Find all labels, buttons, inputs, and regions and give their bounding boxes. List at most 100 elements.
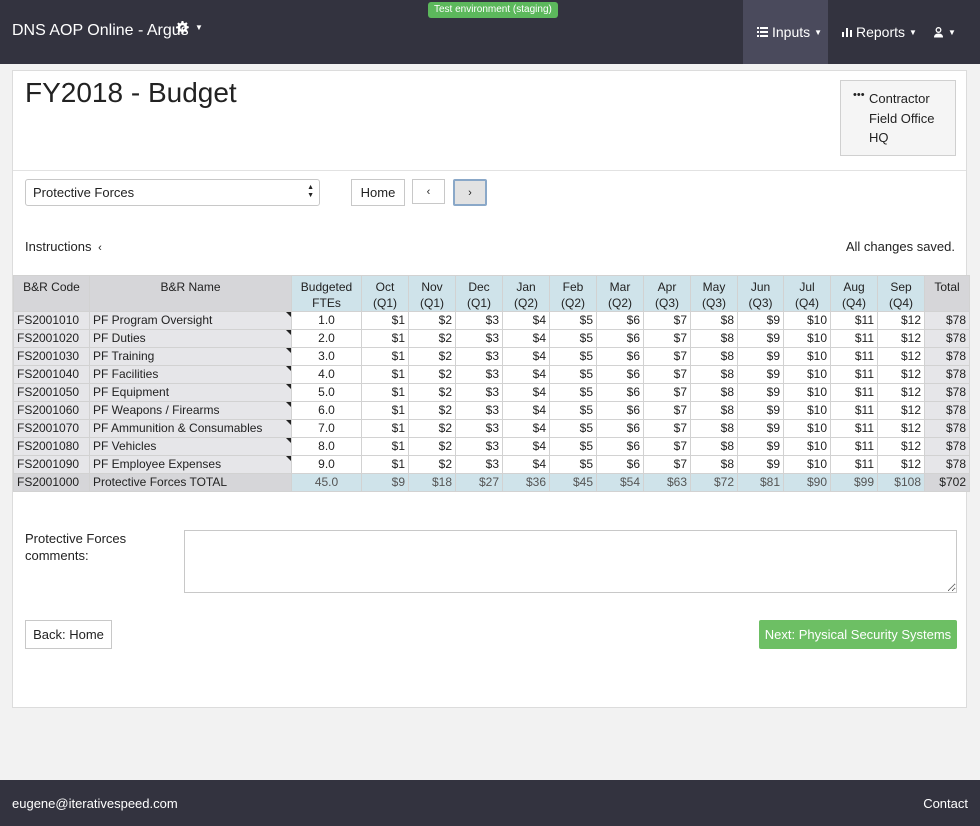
fte-input-cell[interactable]: 5.0 <box>291 383 362 402</box>
month-input-cell[interactable]: $1 <box>361 311 409 330</box>
month-input-cell[interactable]: $10 <box>783 383 831 402</box>
month-input-cell[interactable]: $1 <box>361 401 409 420</box>
comment-indicator-icon[interactable] <box>286 348 291 353</box>
month-input-cell[interactable]: $11 <box>830 347 878 366</box>
previous-button[interactable]: ‹ <box>412 179 445 204</box>
month-input-cell[interactable]: $9 <box>737 419 784 438</box>
instructions-toggle[interactable]: Instructions ‹ <box>25 239 102 254</box>
comment-indicator-icon[interactable] <box>286 456 291 461</box>
month-input-cell[interactable]: $5 <box>549 401 597 420</box>
home-button[interactable]: Home <box>351 179 405 206</box>
month-input-cell[interactable]: $3 <box>455 365 503 384</box>
month-input-cell[interactable]: $11 <box>830 329 878 348</box>
month-input-cell[interactable]: $12 <box>877 311 925 330</box>
month-input-cell[interactable]: $12 <box>877 365 925 384</box>
month-input-cell[interactable]: $3 <box>455 419 503 438</box>
month-input-cell[interactable]: $1 <box>361 329 409 348</box>
month-input-cell[interactable]: $7 <box>643 365 691 384</box>
month-input-cell[interactable]: $1 <box>361 347 409 366</box>
month-input-cell[interactable]: $1 <box>361 383 409 402</box>
month-input-cell[interactable]: $11 <box>830 365 878 384</box>
comment-indicator-icon[interactable] <box>286 438 291 443</box>
month-input-cell[interactable]: $8 <box>690 329 738 348</box>
settings-menu[interactable]: ▼ <box>176 21 203 34</box>
app-brand[interactable]: DNS AOP Online - Argus <box>12 22 189 40</box>
month-input-cell[interactable]: $3 <box>455 311 503 330</box>
month-input-cell[interactable]: $6 <box>596 437 644 456</box>
month-input-cell[interactable]: $11 <box>830 419 878 438</box>
month-input-cell[interactable]: $4 <box>502 347 550 366</box>
month-input-cell[interactable]: $7 <box>643 401 691 420</box>
month-input-cell[interactable]: $10 <box>783 365 831 384</box>
month-input-cell[interactable]: $2 <box>408 347 456 366</box>
month-input-cell[interactable]: $7 <box>643 383 691 402</box>
month-input-cell[interactable]: $1 <box>361 419 409 438</box>
comments-textarea[interactable] <box>184 530 957 593</box>
month-input-cell[interactable]: $8 <box>690 311 738 330</box>
month-input-cell[interactable]: $7 <box>643 437 691 456</box>
month-input-cell[interactable]: $7 <box>643 329 691 348</box>
month-input-cell[interactable]: $12 <box>877 383 925 402</box>
month-input-cell[interactable]: $9 <box>737 365 784 384</box>
month-input-cell[interactable]: $4 <box>502 383 550 402</box>
month-input-cell[interactable]: $5 <box>549 419 597 438</box>
month-input-cell[interactable]: $9 <box>737 383 784 402</box>
month-input-cell[interactable]: $6 <box>596 401 644 420</box>
month-input-cell[interactable]: $3 <box>455 437 503 456</box>
month-input-cell[interactable]: $4 <box>502 365 550 384</box>
month-input-cell[interactable]: $5 <box>549 329 597 348</box>
month-input-cell[interactable]: $1 <box>361 455 409 474</box>
back-home-button[interactable]: Back: Home <box>25 620 112 649</box>
month-input-cell[interactable]: $6 <box>596 383 644 402</box>
comment-indicator-icon[interactable] <box>286 330 291 335</box>
month-input-cell[interactable]: $4 <box>502 311 550 330</box>
month-input-cell[interactable]: $12 <box>877 347 925 366</box>
fte-input-cell[interactable]: 9.0 <box>291 455 362 474</box>
month-input-cell[interactable]: $4 <box>502 419 550 438</box>
nav-reports-menu[interactable]: Reports ▼ <box>840 0 920 64</box>
month-input-cell[interactable]: $10 <box>783 455 831 474</box>
comment-indicator-icon[interactable] <box>286 384 291 389</box>
month-input-cell[interactable]: $3 <box>455 329 503 348</box>
org-level-hq[interactable]: HQ <box>841 128 955 148</box>
month-input-cell[interactable]: $8 <box>690 437 738 456</box>
month-input-cell[interactable]: $3 <box>455 347 503 366</box>
month-input-cell[interactable]: $3 <box>455 401 503 420</box>
month-input-cell[interactable]: $8 <box>690 401 738 420</box>
month-input-cell[interactable]: $2 <box>408 383 456 402</box>
fte-input-cell[interactable]: 8.0 <box>291 437 362 456</box>
comment-indicator-icon[interactable] <box>286 312 291 317</box>
month-input-cell[interactable]: $2 <box>408 311 456 330</box>
month-input-cell[interactable]: $2 <box>408 401 456 420</box>
month-input-cell[interactable]: $9 <box>737 437 784 456</box>
month-input-cell[interactable]: $6 <box>596 329 644 348</box>
month-input-cell[interactable]: $4 <box>502 401 550 420</box>
comment-indicator-icon[interactable] <box>286 366 291 371</box>
month-input-cell[interactable]: $5 <box>549 311 597 330</box>
month-input-cell[interactable]: $5 <box>549 365 597 384</box>
fte-input-cell[interactable]: 7.0 <box>291 419 362 438</box>
month-input-cell[interactable]: $11 <box>830 437 878 456</box>
comment-indicator-icon[interactable] <box>286 420 291 425</box>
month-input-cell[interactable]: $5 <box>549 383 597 402</box>
month-input-cell[interactable]: $9 <box>737 455 784 474</box>
month-input-cell[interactable]: $8 <box>690 455 738 474</box>
month-input-cell[interactable]: $10 <box>783 311 831 330</box>
month-input-cell[interactable]: $5 <box>549 347 597 366</box>
month-input-cell[interactable]: $7 <box>643 419 691 438</box>
month-input-cell[interactable]: $2 <box>408 437 456 456</box>
month-input-cell[interactable]: $4 <box>502 437 550 456</box>
month-input-cell[interactable]: $11 <box>830 401 878 420</box>
month-input-cell[interactable]: $8 <box>690 383 738 402</box>
month-input-cell[interactable]: $6 <box>596 419 644 438</box>
fte-input-cell[interactable]: 3.0 <box>291 347 362 366</box>
month-input-cell[interactable]: $10 <box>783 347 831 366</box>
month-input-cell[interactable]: $12 <box>877 329 925 348</box>
month-input-cell[interactable]: $4 <box>502 455 550 474</box>
month-input-cell[interactable]: $3 <box>455 383 503 402</box>
month-input-cell[interactable]: $3 <box>455 455 503 474</box>
month-input-cell[interactable]: $11 <box>830 383 878 402</box>
fte-input-cell[interactable]: 4.0 <box>291 365 362 384</box>
month-input-cell[interactable]: $5 <box>549 437 597 456</box>
month-input-cell[interactable]: $6 <box>596 455 644 474</box>
